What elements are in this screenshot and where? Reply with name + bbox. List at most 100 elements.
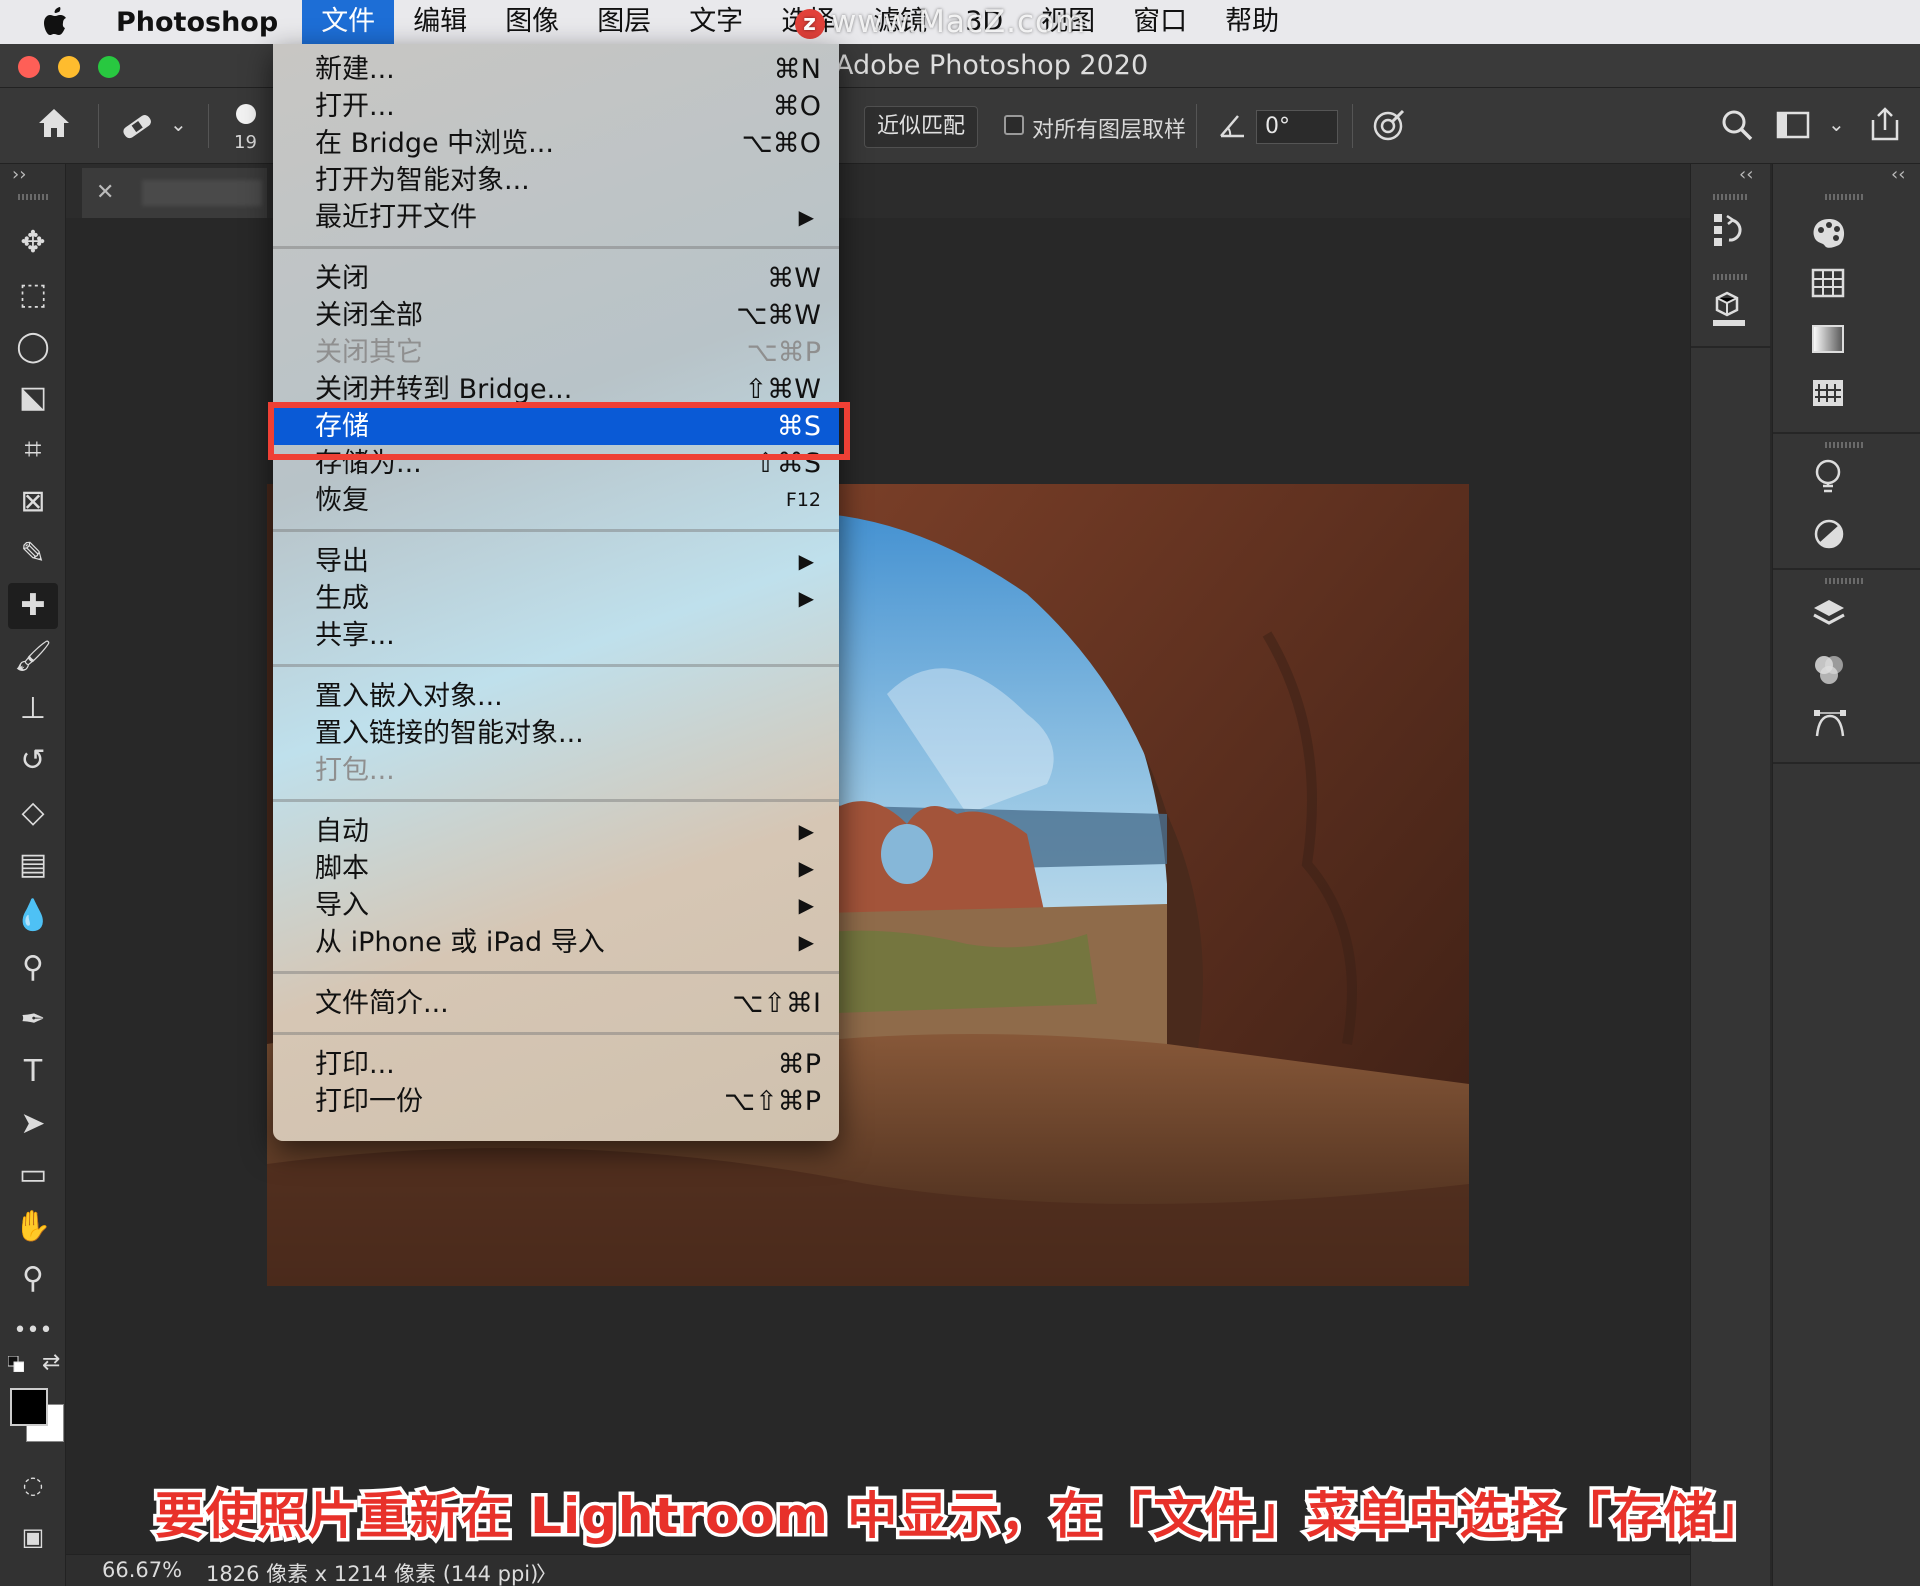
brush-tool-icon[interactable]: 🖌 — [8, 634, 58, 680]
zoom-window-button[interactable] — [98, 56, 120, 78]
document-tab[interactable]: ✕ — [82, 168, 267, 218]
lasso-tool-icon[interactable]: ◯ — [8, 324, 58, 370]
file-menu-item-2-2[interactable]: 共享... — [273, 617, 839, 654]
mode-proximity-match-button[interactable]: 近似匹配 — [864, 106, 979, 148]
eraser-tool-icon[interactable]: ◇ — [8, 790, 58, 836]
sample-all-layers-checkbox[interactable] — [1004, 115, 1024, 135]
menubar-item-4[interactable]: 文字 — [670, 0, 762, 44]
paths-panel-icon[interactable] — [1811, 706, 1849, 750]
marquee-tool-icon[interactable]: ⬚ — [8, 272, 58, 318]
brush-preview-icon[interactable] — [236, 104, 256, 124]
patterns-panel-icon[interactable] — [1811, 378, 1845, 416]
home-icon[interactable] — [36, 106, 72, 146]
history-brush-tool-icon[interactable]: ↺ — [8, 738, 58, 784]
menu-separator — [273, 246, 839, 249]
document-info[interactable]: 1826 像素 x 1214 像素 (144 ppi) — [206, 1558, 538, 1586]
file-menu-item-0-0[interactable]: 新建... ⌘N — [273, 51, 839, 88]
menubar-item-10[interactable]: 帮助 — [1206, 0, 1298, 44]
status-more-chevron-icon[interactable]: 〉 — [536, 1558, 557, 1586]
frame-tool-icon[interactable]: ⊠ — [8, 479, 58, 525]
eyedropper-tool-icon[interactable]: ✎ — [8, 531, 58, 577]
collapse-dock-1-icon[interactable]: ‹‹ — [1739, 164, 1753, 185]
swap-colors-icon[interactable]: ⇄ — [42, 1350, 60, 1375]
workspace-chevron-down-icon[interactable]: ⌄ — [1828, 112, 1845, 136]
blur-tool-icon[interactable]: 💧 — [8, 893, 58, 939]
crop-tool-icon[interactable]: ⌗ — [8, 427, 58, 473]
rectangle-tool-icon[interactable]: ▭ — [8, 1152, 58, 1198]
menubar-item-0[interactable]: 文件 — [302, 0, 395, 44]
file-menu-item-3-1[interactable]: 置入链接的智能对象... — [273, 715, 839, 752]
menu-item-shortcut: ⌥⇧⌘P — [723, 1086, 821, 1117]
file-menu-item-0-1[interactable]: 打开... ⌘O — [273, 88, 839, 125]
path-selection-tool-icon[interactable]: ➤ — [8, 1101, 58, 1147]
file-menu-item-4-3[interactable]: 从 iPhone 或 iPad 导入 ▶ — [273, 924, 839, 961]
file-menu-item-0-3[interactable]: 打开为智能对象... — [273, 162, 839, 199]
menu-item-shortcut: ⌘N — [773, 54, 821, 85]
edit-toolbar-icon[interactable]: ••• — [8, 1308, 58, 1354]
file-menu-item-2-0[interactable]: 导出 ▶ — [273, 543, 839, 580]
menu-item-label: 脚本 — [315, 853, 369, 884]
file-menu-item-6-0[interactable]: 打印... ⌘P — [273, 1046, 839, 1083]
foreground-color-swatch[interactable] — [10, 1388, 48, 1426]
file-menu-item-1-1[interactable]: 关闭全部 ⌥⌘W — [273, 297, 839, 334]
pressure-size-icon[interactable] — [1370, 106, 1408, 150]
type-tool-icon[interactable]: T — [8, 1049, 58, 1095]
learn-panel-lightbulb-icon[interactable] — [1813, 458, 1843, 506]
menubar-item-9[interactable]: 窗口 — [1114, 0, 1206, 44]
file-menu-item-5-0[interactable]: 文件简介... ⌥⇧⌘I — [273, 985, 839, 1022]
layers-panel-icon[interactable] — [1811, 596, 1847, 640]
close-tab-icon[interactable]: ✕ — [96, 168, 114, 218]
menubar-item-2[interactable]: 图像 — [486, 0, 578, 44]
file-menu-item-2-1[interactable]: 生成 ▶ — [273, 580, 839, 617]
menu-item-label: 导出 — [315, 546, 369, 577]
menubar-item-3[interactable]: 图层 — [578, 0, 670, 44]
gradient-tool-icon[interactable]: ▤ — [8, 842, 58, 888]
spot-healing-tool-icon[interactable]: ✚ — [8, 582, 58, 629]
menu-item-label: 打开为智能对象... — [315, 165, 530, 196]
adjustments-panel-icon[interactable] — [1813, 518, 1845, 558]
dodge-tool-icon[interactable]: ⚲ — [8, 945, 58, 991]
menu-item-label: 关闭其它 — [315, 337, 423, 368]
move-tool-icon[interactable]: ✥ — [8, 220, 58, 266]
expand-toolbar-icon[interactable]: ›› — [12, 164, 26, 185]
file-menu-item-4-1[interactable]: 脚本 ▶ — [273, 850, 839, 887]
file-menu-item-4-2[interactable]: 导入 ▶ — [273, 887, 839, 924]
menubar-item-1[interactable]: 编辑 — [394, 0, 486, 44]
menu-item-label: 打开... — [315, 91, 395, 122]
workspace-icon[interactable] — [1776, 110, 1810, 146]
swatches-panel-grid-icon[interactable] — [1811, 268, 1845, 306]
spot-healing-brush-icon[interactable] — [118, 108, 158, 150]
minimize-window-button[interactable] — [58, 56, 80, 78]
zoom-level[interactable]: 66.67% — [102, 1558, 182, 1582]
file-menu-item-0-4[interactable]: 最近打开文件 ▶ — [273, 199, 839, 236]
file-menu-item-1-6[interactable]: 恢复 F12 — [273, 482, 839, 519]
color-panel-palette-icon[interactable] — [1809, 216, 1849, 258]
angle-input[interactable]: 0° — [1256, 110, 1338, 144]
gradients-panel-icon[interactable] — [1811, 324, 1845, 362]
clone-stamp-tool-icon[interactable]: ⊥ — [8, 686, 58, 732]
file-menu-item-0-2[interactable]: 在 Bridge 中浏览... ⌥⌘O — [273, 125, 839, 162]
submenu-arrow-icon: ▶ — [798, 205, 814, 229]
file-menu-item-6-1[interactable]: 打印一份 ⌥⇧⌘P — [273, 1083, 839, 1120]
channels-panel-icon[interactable] — [1811, 652, 1847, 696]
history-panel-icon[interactable] — [1711, 210, 1747, 258]
hand-tool-icon[interactable]: ✋ — [8, 1204, 58, 1250]
file-menu-item-3-0[interactable]: 置入嵌入对象... — [273, 678, 839, 715]
pen-tool-icon[interactable]: ✒ — [8, 997, 58, 1043]
apple-logo-icon[interactable] — [0, 0, 110, 44]
file-menu-item-4-0[interactable]: 自动 ▶ — [273, 813, 839, 850]
window-title: Adobe Photoshop 2020 — [835, 50, 1149, 81]
tool-preset-chevron-down-icon[interactable]: ⌄ — [170, 112, 187, 136]
file-menu-item-1-0[interactable]: 关闭 ⌘W — [273, 260, 839, 297]
app-menu-photoshop[interactable]: Photoshop — [110, 7, 284, 38]
object-selection-tool-icon[interactable]: ⬕ — [8, 375, 58, 421]
zoom-tool-icon[interactable]: ⚲ — [8, 1256, 58, 1302]
3d-panel-icon[interactable] — [1711, 290, 1747, 338]
brush-size-value[interactable]: 19 — [234, 132, 257, 153]
share-icon[interactable] — [1868, 106, 1902, 148]
close-window-button[interactable] — [18, 56, 40, 78]
menu-separator — [273, 799, 839, 802]
search-icon[interactable] — [1720, 108, 1754, 148]
collapse-dock-2-icon[interactable]: ‹‹ — [1891, 164, 1905, 185]
default-colors-icon[interactable] — [7, 1355, 25, 1373]
